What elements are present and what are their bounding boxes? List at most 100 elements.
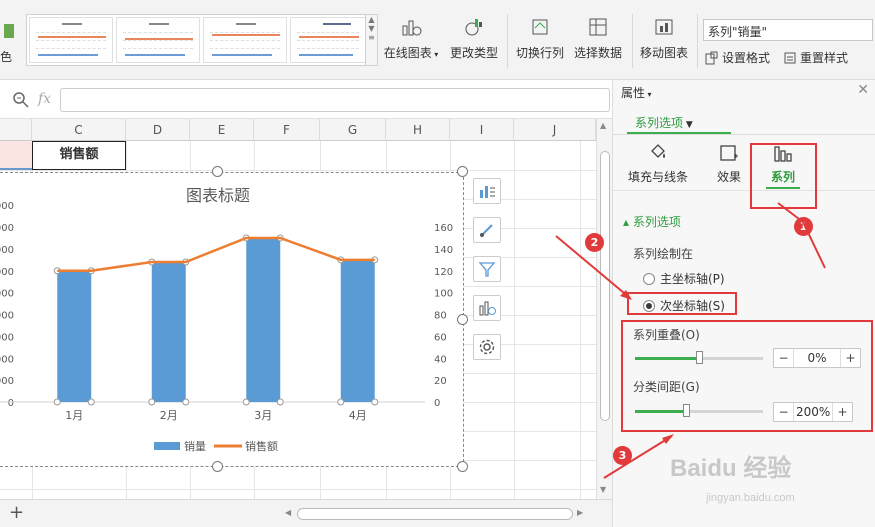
effect-icon [720, 145, 738, 161]
chart-color-label: 色 [0, 50, 13, 64]
formula-input[interactable] [60, 88, 610, 112]
chart-styles-button[interactable] [473, 217, 501, 243]
column-header-J[interactable]: J [514, 119, 596, 141]
change-type-icon [465, 19, 482, 36]
switch-row-col-label: 切换行列 [515, 46, 564, 60]
chart-color-button[interactable]: 色 [0, 18, 26, 68]
primary-axis-tick: 000 [0, 245, 14, 256]
fx-label[interactable]: fx [38, 91, 51, 107]
secondary-axis-tick: 100 [434, 289, 453, 300]
resize-handle-top-right[interactable] [457, 166, 468, 177]
resize-handle-bottom[interactable] [212, 461, 223, 472]
series-selector-dropdown[interactable]: 系列"销量" [703, 19, 873, 41]
bar-销量-4 [340, 259, 375, 402]
chart-settings-button[interactable] [473, 334, 501, 360]
online-chart-button[interactable]: 在线图表 ▾ [382, 16, 440, 68]
horizontal-scroll-thumb[interactable] [297, 508, 573, 520]
chart-elements-button[interactable] [473, 178, 501, 204]
close-icon[interactable]: ✕ [857, 82, 869, 98]
online-chart-side-icon [479, 301, 496, 316]
color-palette-icon [4, 24, 14, 38]
bar-selection-handle [87, 398, 95, 406]
category-label: 2月 [160, 409, 178, 422]
chart-style-thumb-2[interactable] [116, 17, 200, 63]
bar-selection-handle [337, 398, 345, 406]
scroll-down-arrow[interactable]: ▼ [600, 485, 606, 494]
panel-title[interactable]: 属性 ▾ [621, 84, 652, 101]
secondary-axis-tick: 40 [434, 354, 447, 365]
annotation-badge-3: 3 [613, 446, 632, 465]
secondary-axis-tick: 120 [434, 267, 453, 278]
vertical-scrollbar[interactable]: ▲ ▼ [596, 119, 612, 499]
annotation-badge-2: 2 [585, 233, 604, 252]
primary-axis-tick: 000 [0, 311, 14, 322]
chart-area[interactable]: 图表标题 0 20 40 60 80 100 120 140 160 0 00 00 00 00 00 00 00… [0, 172, 464, 467]
horizontal-scrollbar[interactable]: ◀ ▶ [285, 508, 585, 520]
column-header-C[interactable]: C [32, 119, 126, 141]
column-header-D[interactable]: D [126, 119, 190, 141]
chart-elements-icon [480, 186, 495, 198]
fill-bucket-icon [651, 144, 665, 158]
baidu-watermark-url: jingyan.baidu.com [706, 492, 795, 504]
ribbon-toolbar: 色 ▲ ▼ ≡ 在线图表 ▾ 更改类型 切换行列 选择数据 移动图表 系列"销量… [0, 0, 875, 80]
vertical-scroll-thumb[interactable] [600, 151, 610, 421]
column-header-G[interactable]: G [320, 119, 386, 141]
chart-style-thumb-3[interactable] [203, 17, 287, 63]
move-chart-button[interactable]: 移动图表 [638, 16, 690, 68]
effect-tab[interactable]: 效果 [709, 142, 749, 185]
primary-axis-tick: 000 [0, 201, 14, 212]
primary-axis-tick: 000 [0, 376, 14, 387]
category-label: 4月 [349, 409, 367, 422]
resize-handle-top[interactable] [212, 166, 223, 177]
column-header-H[interactable]: H [386, 119, 450, 141]
bar-selection-handle [182, 398, 190, 406]
bar-selection-handle [148, 398, 156, 406]
reset-style-button[interactable]: 重置样式 [783, 49, 848, 66]
secondary-axis-tick: 60 [434, 332, 447, 343]
resize-handle-bottom-right[interactable] [457, 461, 468, 472]
baidu-watermark: Baidu 经验 [670, 455, 792, 482]
cell-C2[interactable]: 销售额 [32, 141, 126, 170]
column-header-E[interactable]: E [190, 119, 254, 141]
cell-B2[interactable] [0, 141, 32, 170]
scroll-up-arrow[interactable]: ▲ [600, 121, 606, 130]
legend-label-line: 销售额 [245, 439, 278, 453]
set-format-button[interactable]: 设置格式 [705, 49, 770, 66]
chart-filter-button[interactable] [473, 256, 501, 282]
switch-row-col-button[interactable]: 切换行列 [514, 16, 566, 68]
zoom-icon[interactable] [12, 91, 30, 109]
chart-side-tools [473, 178, 503, 373]
fill-line-tab[interactable]: 填充与线条 [625, 142, 691, 185]
bar-selection-handle [242, 398, 250, 406]
change-type-label: 更改类型 [449, 46, 498, 60]
primary-axis-radio[interactable]: 主坐标轴(P) [643, 270, 725, 287]
formula-bar: fx [0, 81, 612, 119]
chart-style-thumb-4[interactable] [290, 17, 366, 63]
chart-style-gallery[interactable]: ▲ ▼ ≡ [26, 14, 378, 66]
filter-icon [478, 262, 496, 277]
annotation-badge-1: 1 [794, 217, 813, 236]
brush-icon [480, 224, 493, 237]
resize-handle-right[interactable] [457, 314, 468, 325]
add-sheet-button[interactable]: + [9, 502, 24, 523]
online-chart-side-button[interactable] [473, 295, 501, 321]
category-label: 1月 [65, 409, 83, 422]
primary-axis-tick: 000 [0, 332, 14, 343]
category-label: 3月 [254, 409, 272, 422]
scroll-right-arrow[interactable]: ▶ [577, 508, 583, 517]
move-chart-icon [655, 19, 673, 35]
select-data-button[interactable]: 选择数据 [572, 16, 624, 68]
legend-label-bar: 销量 [184, 439, 206, 453]
column-header-B[interactable] [0, 119, 32, 141]
change-type-button[interactable]: 更改类型 [448, 16, 500, 68]
column-header-I[interactable]: I [450, 119, 514, 141]
section-series-options[interactable]: ▴ 系列选项 [623, 213, 681, 230]
move-chart-label: 移动图表 [639, 46, 688, 60]
bar-销量-1 [57, 270, 92, 402]
gallery-more-button[interactable]: ▲ ▼ ≡ [365, 15, 377, 65]
tab-series-options[interactable]: 系列选项 ▼ [627, 110, 731, 134]
column-header-F[interactable]: F [254, 119, 320, 141]
scroll-left-arrow[interactable]: ◀ [285, 508, 291, 517]
annotation-box-overlap-gap [621, 320, 873, 432]
chart-style-thumb-1[interactable] [29, 17, 113, 63]
